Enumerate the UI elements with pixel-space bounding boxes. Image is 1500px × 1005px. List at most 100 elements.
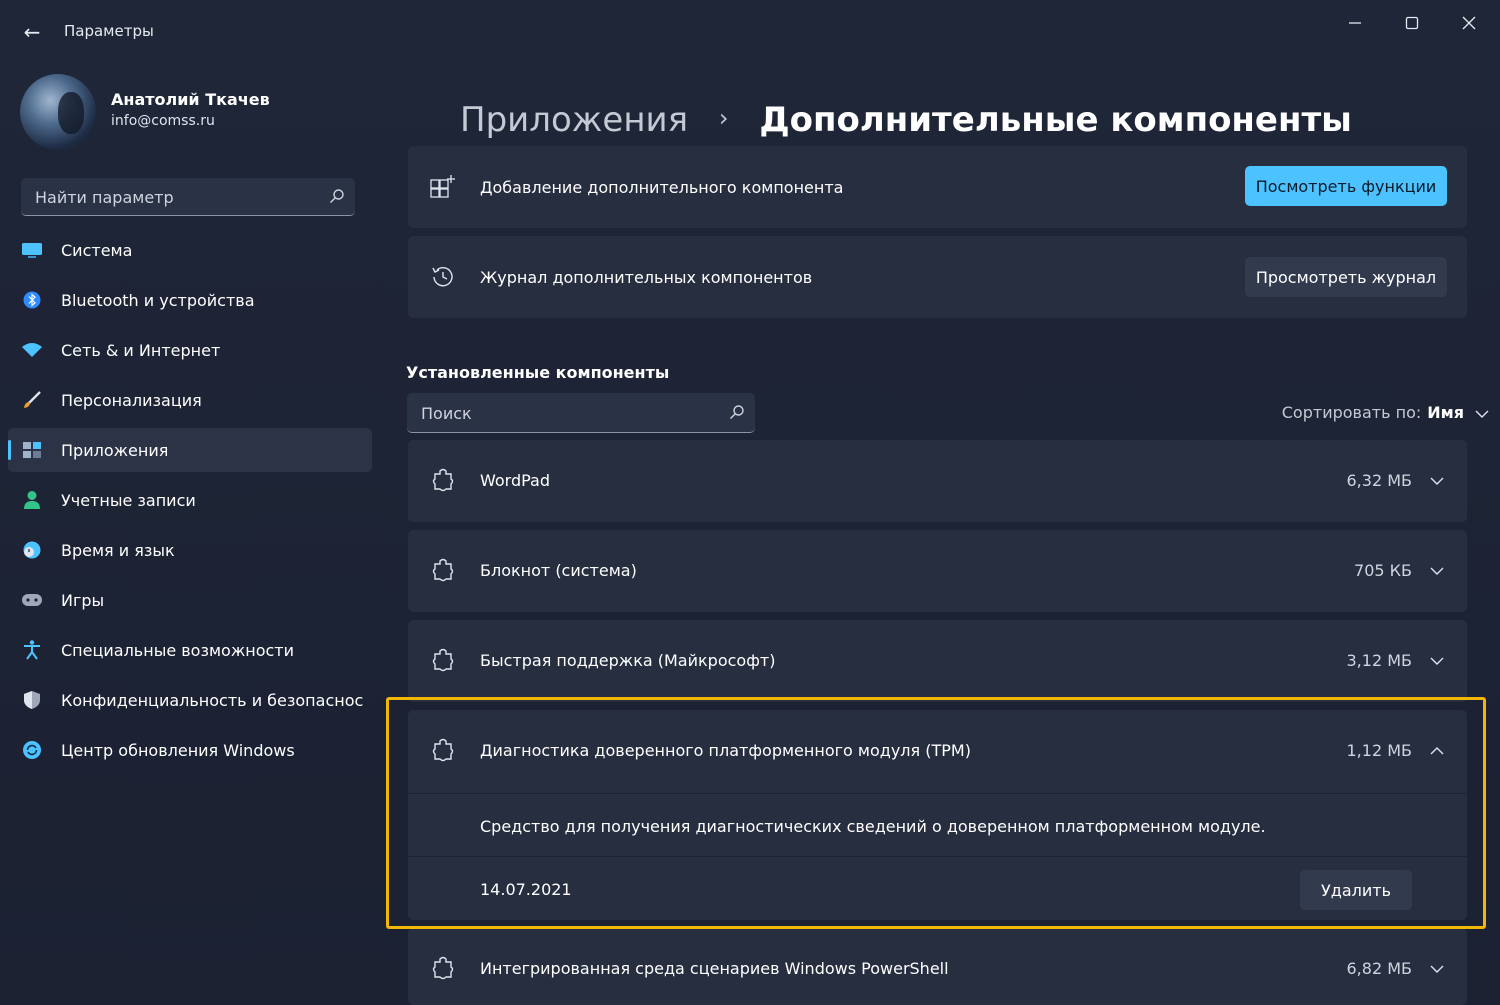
component-size: 705 КБ (1354, 561, 1412, 580)
puzzle-icon (432, 468, 454, 492)
chevron-down-icon (1430, 657, 1444, 665)
chevron-down-icon (1430, 965, 1444, 973)
sidebar-item-system[interactable]: Система (8, 228, 372, 272)
maximize-button[interactable] (1384, 8, 1440, 38)
avatar (20, 74, 96, 150)
component-size: 6,32 МБ (1346, 471, 1413, 490)
sort-label: Сортировать по: (1281, 403, 1422, 422)
user-email: info@comss.ru (111, 113, 215, 129)
add-grid-icon (430, 175, 455, 198)
view-history-button[interactable]: Просмотреть журнал (1245, 257, 1447, 297)
puzzle-icon (432, 738, 454, 762)
sidebar-item-label: Специальные возможности (61, 640, 295, 660)
sidebar-item-bluetooth[interactable]: Bluetooth и устройства (8, 278, 372, 322)
add-component-card: Добавление дополнительного компонента По… (408, 146, 1467, 228)
component-row-notepad[interactable]: Блокнот (система) 705 КБ (408, 530, 1467, 612)
close-icon (1462, 16, 1476, 30)
component-row-powershell-ise[interactable]: Интегрированная среда сценариев Windows … (408, 928, 1467, 1005)
monitor-icon (21, 240, 43, 260)
chevron-down-icon (1430, 477, 1444, 485)
sidebar-item-personalization[interactable]: Персонализация (8, 378, 372, 422)
app-title: Параметры (64, 22, 154, 40)
close-button[interactable] (1441, 8, 1497, 38)
minimize-button[interactable] (1327, 8, 1383, 38)
divider (408, 793, 1467, 794)
breadcrumb-parent[interactable]: Приложения (460, 100, 688, 140)
puzzle-icon (432, 648, 454, 672)
component-description: Средство для получения диагностических с… (480, 817, 1266, 836)
brush-icon (21, 390, 43, 410)
arrow-left-icon: ← (23, 20, 41, 44)
sidebar-item-label: Система (61, 240, 133, 260)
clock-globe-icon (21, 540, 43, 560)
bluetooth-icon (21, 290, 43, 310)
back-button[interactable]: ← (18, 18, 46, 46)
accessibility-icon (21, 640, 43, 660)
sidebar-nav: Система Bluetooth и устройства Сеть & и … (8, 228, 372, 778)
sidebar-item-accounts[interactable]: Учетные записи (8, 478, 372, 522)
installed-section-title: Установленные компоненты (406, 363, 670, 382)
settings-search-box (21, 178, 355, 216)
maximize-icon (1405, 16, 1419, 30)
sidebar-item-apps[interactable]: Приложения (8, 428, 372, 472)
settings-window: ← Параметры Анатолий Ткачев info@comss.r… (0, 0, 1500, 1005)
installed-search-box (407, 393, 755, 433)
puzzle-icon (432, 558, 454, 582)
sidebar-item-label: Приложения (61, 440, 169, 460)
view-features-button[interactable]: Посмотреть функции (1245, 166, 1447, 206)
sidebar-item-privacy[interactable]: Конфиденциальность и безопаснос (8, 678, 372, 722)
installed-search-input[interactable] (419, 393, 713, 433)
component-row-quick-assist[interactable]: Быстрая поддержка (Майкрософт) 3,12 МБ (408, 620, 1467, 702)
gamepad-icon (21, 590, 43, 610)
breadcrumb: Приложения › Дополнительные компоненты (460, 100, 1352, 140)
component-header-tpm[interactable]: Диагностика доверенного платформенного м… (408, 710, 1467, 792)
chevron-down-icon (1475, 410, 1489, 418)
search-icon (330, 189, 344, 203)
minimize-icon (1349, 22, 1361, 24)
sidebar-item-label: Bluetooth и устройства (61, 290, 255, 310)
sidebar-item-label: Конфиденциальность и безопаснос (61, 690, 364, 710)
apps-icon (21, 440, 43, 460)
update-icon (21, 740, 43, 760)
wifi-icon (21, 340, 43, 360)
sidebar-item-label: Время и язык (61, 540, 175, 560)
component-size: 6,82 МБ (1346, 959, 1413, 978)
sidebar-item-accessibility[interactable]: Специальные возможности (8, 628, 372, 672)
settings-search-input[interactable] (33, 178, 317, 216)
component-row-tpm-expanded: Диагностика доверенного платформенного м… (408, 710, 1467, 920)
component-name: WordPad (480, 471, 551, 490)
component-name: Интегрированная среда сценариев Windows … (480, 959, 949, 978)
component-row-wordpad[interactable]: WordPad 6,32 МБ (408, 440, 1467, 522)
sidebar-item-label: Учетные записи (61, 490, 196, 510)
sort-dropdown[interactable]: Сортировать по: Имя (1281, 403, 1489, 422)
chevron-down-icon (1430, 567, 1444, 575)
person-icon (21, 490, 43, 510)
sidebar-item-time-language[interactable]: Время и язык (8, 528, 372, 572)
component-size: 1,12 МБ (1346, 741, 1413, 760)
chevron-right-icon: › (718, 104, 729, 132)
title-bar: ← Параметры (0, 0, 1500, 64)
component-history-label: Журнал дополнительных компонентов (480, 268, 813, 287)
sort-value: Имя (1427, 403, 1464, 422)
sidebar-item-windows-update[interactable]: Центр обновления Windows (8, 728, 372, 772)
add-component-label: Добавление дополнительного компонента (480, 178, 844, 197)
history-icon (432, 267, 453, 287)
chevron-up-icon (1430, 747, 1444, 755)
component-history-card: Журнал дополнительных компонентов Просмо… (408, 236, 1467, 318)
puzzle-icon (432, 956, 454, 980)
sidebar-item-label: Центр обновления Windows (61, 740, 295, 760)
sidebar-item-network[interactable]: Сеть & и Интернет (8, 328, 372, 372)
remove-button[interactable]: Удалить (1300, 870, 1412, 910)
component-name: Диагностика доверенного платформенного м… (480, 741, 971, 760)
component-name: Быстрая поддержка (Майкрософт) (480, 651, 776, 670)
component-install-date: 14.07.2021 (480, 880, 572, 899)
sidebar-item-gaming[interactable]: Игры (8, 578, 372, 622)
divider (408, 856, 1467, 857)
shield-icon (21, 690, 43, 710)
user-name: Анатолий Ткачев (111, 90, 270, 109)
component-name: Блокнот (система) (480, 561, 637, 580)
component-size: 3,12 МБ (1346, 651, 1413, 670)
sidebar-item-label: Сеть & и Интернет (61, 340, 221, 360)
sidebar-item-label: Игры (61, 590, 105, 610)
sidebar-item-label: Персонализация (61, 390, 202, 410)
